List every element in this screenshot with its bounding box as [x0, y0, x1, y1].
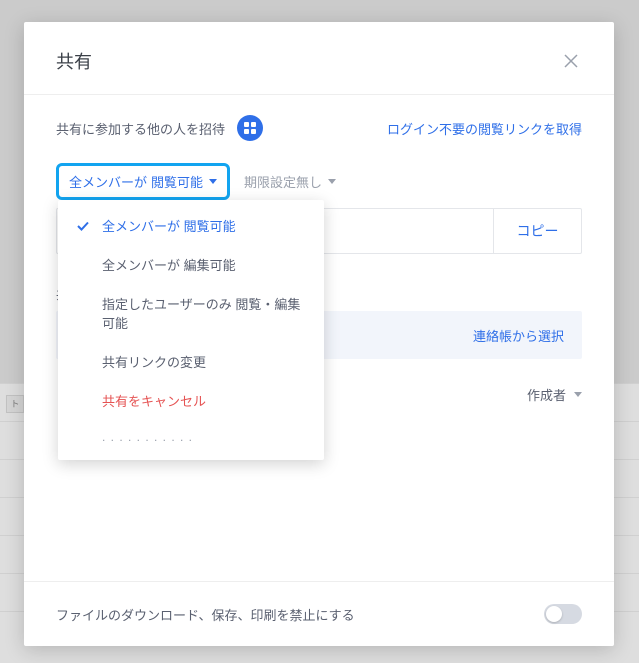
modal-footer: ファイルのダウンロード、保存、印刷を禁止にする — [24, 581, 614, 646]
invite-text: 共有に参加する他の人を招待 — [56, 119, 225, 138]
dropdown-item[interactable]: 全メンバーが 閲覧可能 — [58, 206, 324, 245]
restrict-download-toggle[interactable] — [544, 604, 582, 624]
close-icon — [564, 54, 578, 68]
toggle-knob — [546, 606, 562, 622]
chevron-down-icon — [209, 179, 217, 184]
modal-title: 共有 — [56, 48, 92, 74]
qr-icon — [244, 122, 256, 134]
invite-left: 共有に参加する他の人を招待 — [56, 115, 263, 141]
check-icon — [76, 219, 90, 233]
chevron-down-icon — [328, 179, 336, 184]
role-label: 作成者 — [527, 385, 566, 404]
copy-button[interactable]: コピー — [493, 209, 581, 253]
permission-part1: 全メンバーが — [69, 172, 147, 191]
expiry-dropdown[interactable]: 期限設定無し — [244, 172, 336, 191]
qr-button[interactable] — [237, 115, 263, 141]
get-view-link[interactable]: ログイン不要の閲覧リンクを取得 — [387, 119, 582, 138]
restrict-download-label: ファイルのダウンロード、保存、印刷を禁止にする — [56, 605, 355, 624]
chevron-down-icon — [574, 392, 582, 397]
permission-part2: 閲覧可能 — [151, 172, 203, 191]
modal-header: 共有 — [24, 22, 614, 95]
dropdown-item[interactable]: 全メンバーが 編集可能 — [58, 245, 324, 284]
permission-dropdown-trigger[interactable]: 全メンバーが 閲覧可能 — [56, 163, 230, 200]
invite-row: 共有に参加する他の人を招待 ログイン不要の閲覧リンクを取得 — [56, 115, 582, 141]
dropdown-truncated-row: . . . . . . . . . . . — [58, 420, 324, 454]
expiry-label: 期限設定無し — [244, 172, 322, 191]
close-button[interactable] — [560, 50, 582, 72]
dropdown-item[interactable]: 共有リンクの変更 — [58, 342, 324, 381]
dropdown-item[interactable]: 共有をキャンセル — [58, 381, 324, 420]
select-from-contacts[interactable]: 連絡帳から選択 — [473, 326, 564, 345]
dropdown-item[interactable]: 指定したユーザーのみ 閲覧・編集可能 — [58, 284, 324, 342]
role-dropdown[interactable]: 作成者 — [527, 385, 582, 404]
permission-dropdown-menu: 全メンバーが 閲覧可能全メンバーが 編集可能指定したユーザーのみ 閲覧・編集可能… — [58, 200, 324, 460]
controls-row: 全メンバーが 閲覧可能 期限設定無し — [56, 163, 582, 200]
